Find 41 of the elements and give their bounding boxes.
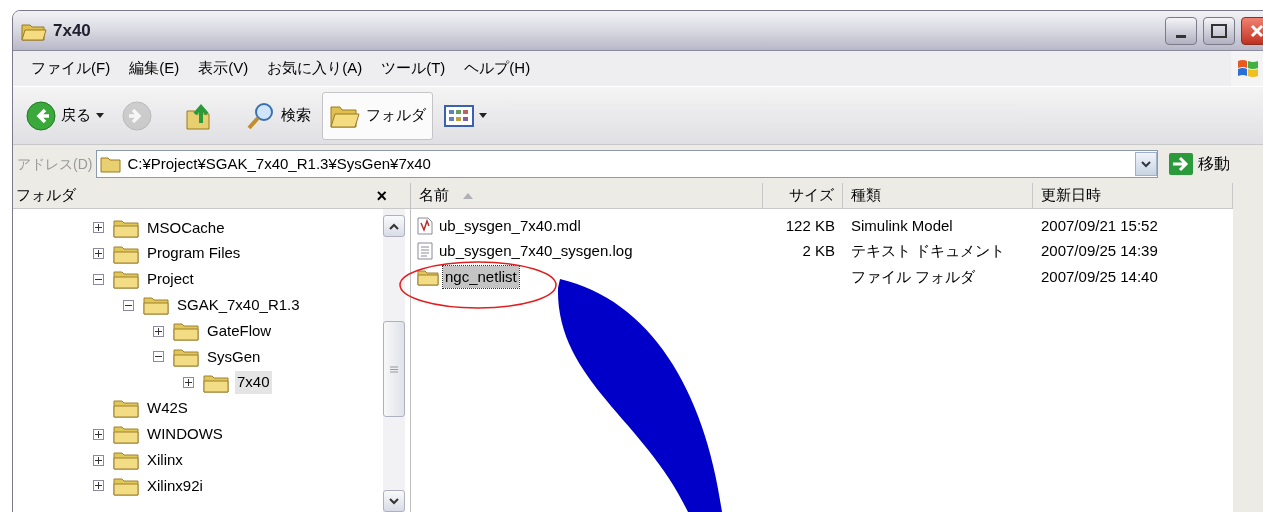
close-button[interactable]: × — [376, 186, 407, 205]
menu-item[interactable]: お気に入り(A) — [259, 54, 371, 83]
pane-title: フォルダ — [16, 185, 76, 206]
menu-item[interactable]: 編集(E) — [121, 54, 188, 83]
menu-item[interactable]: ツール(T) — [373, 54, 454, 83]
table-cell-text: 2 KB — [802, 241, 835, 261]
go-button[interactable]: 移動 — [1162, 152, 1231, 176]
tree-item[interactable]: GateFlow — [205, 319, 274, 343]
address-label: アドレス(D) — [17, 154, 93, 174]
column-header[interactable]: 名前 — [411, 183, 763, 208]
tree-item[interactable]: Xilinx — [145, 448, 185, 472]
table-cell-text: 122 KB — [785, 215, 835, 236]
tree-item[interactable]: Xilinx92i — [145, 474, 205, 498]
search-button[interactable]: 検索 — [239, 91, 318, 140]
menu-item[interactable]: ファイル(F) — [23, 54, 119, 83]
tree-item[interactable]: SGAK_7x40_R1.3 — [175, 294, 302, 317]
table-cell: 2007/09/25 14:39 — [1041, 242, 1158, 260]
tree-item[interactable]: WINDOWS — [145, 423, 225, 446]
tree-item[interactable]: SysGen — [205, 345, 263, 369]
table-cell: 2007/09/21 15:52 — [1041, 216, 1158, 234]
back-button[interactable]: 戻る — [19, 91, 111, 140]
column-header[interactable]: サイズ — [763, 183, 843, 208]
menu-item[interactable]: 表示(V) — [190, 54, 257, 83]
tree-item[interactable]: Project — [145, 268, 196, 291]
address-field[interactable]: C:¥Project¥SGAK_7x40_R1.3¥SysGen¥7x40 — [96, 150, 1159, 178]
tree-item[interactable]: Program Files — [145, 242, 243, 265]
folders-button[interactable]: フォルダ — [322, 91, 433, 140]
table-cell: 2007/09/25 14:40 — [1041, 267, 1158, 285]
column-header[interactable]: 種類 — [843, 183, 1033, 208]
address-text: C:¥Project¥SGAK_7x40_R1.3¥SysGen¥7x40 — [127, 153, 432, 174]
table-cell: テキスト ドキュメント — [851, 242, 1006, 260]
tree-item[interactable]: W42S — [145, 397, 190, 420]
file-name[interactable]: ub_sysgen_7x40_sysgen.log — [437, 240, 635, 263]
table-cell: ファイル フォルダ — [851, 267, 976, 285]
menu-item[interactable]: ヘルプ(H) — [456, 54, 539, 83]
window-title: 7x40 — [53, 19, 91, 42]
file-name[interactable]: ngc_netlist — [443, 265, 519, 288]
tree-item[interactable]: 7x40 — [235, 371, 272, 394]
tree-item[interactable]: MSOCache — [145, 216, 227, 240]
table-cell: Simulink Model — [851, 216, 953, 234]
file-name[interactable]: ub_sysgen_7x40.mdl — [437, 214, 583, 237]
